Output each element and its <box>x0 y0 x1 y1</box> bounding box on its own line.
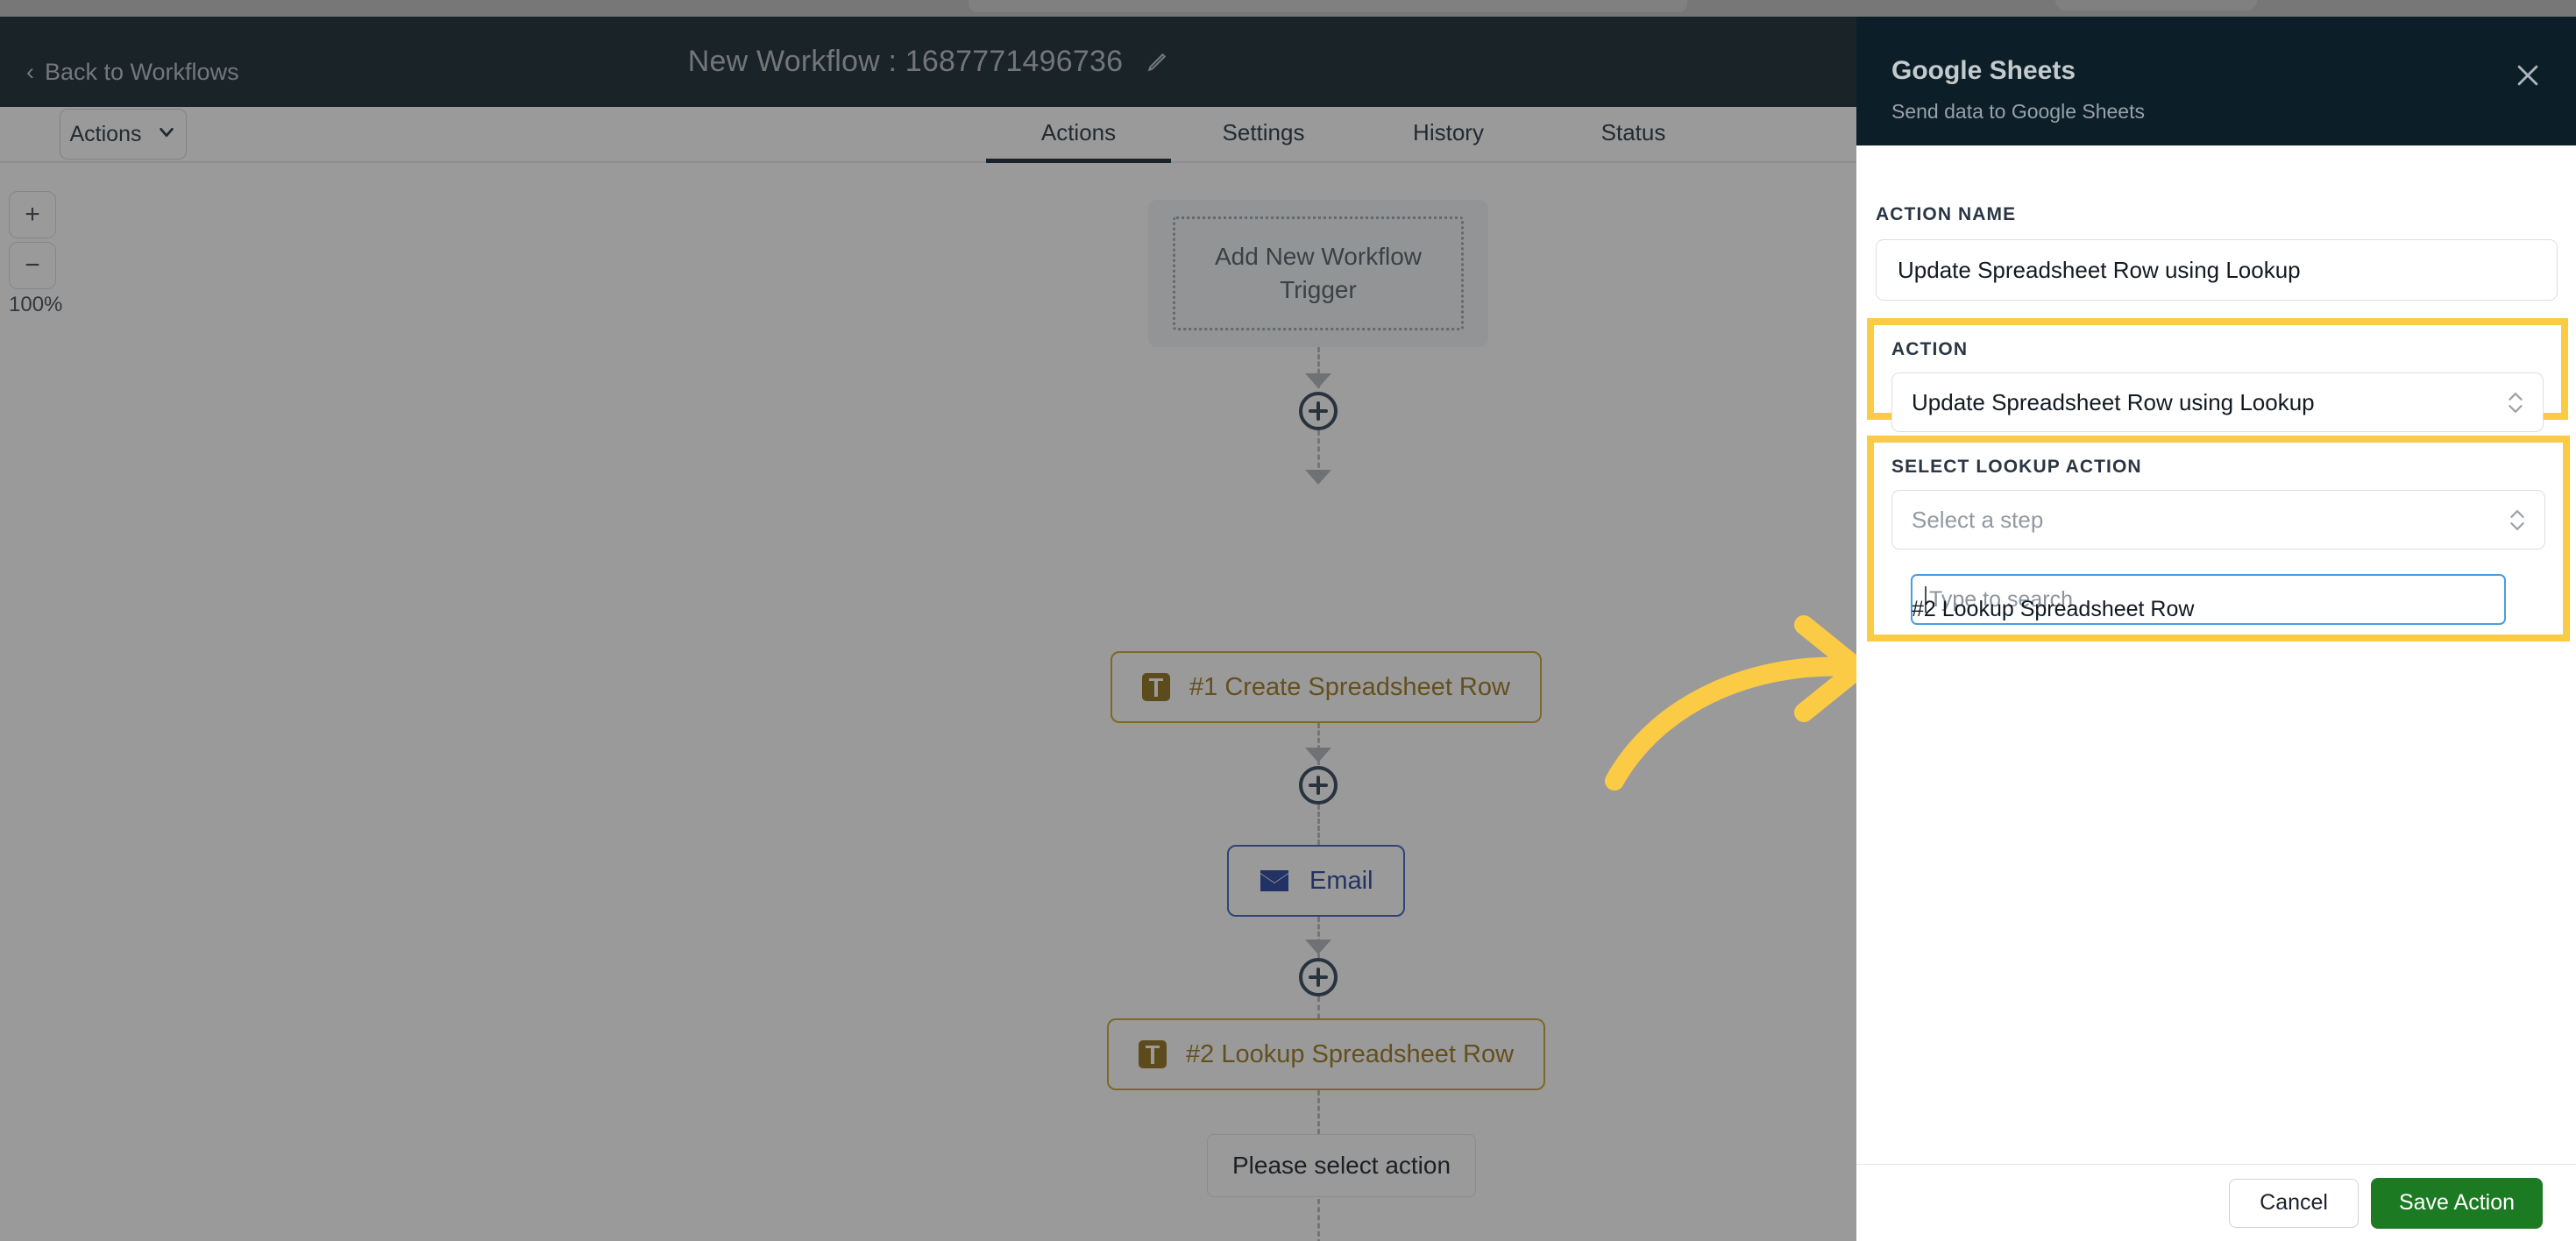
tab-list: Actions Settings History Status <box>986 107 1726 163</box>
action-select[interactable]: Update Spreadsheet Row using Lookup <box>1891 372 2544 432</box>
tab-status[interactable]: Status <box>1541 107 1726 163</box>
connector-line <box>1317 805 1320 845</box>
step-node-1-label: #1 Create Spreadsheet Row <box>1189 672 1510 701</box>
panel-subtitle: Send data to Google Sheets <box>1891 100 2145 123</box>
lookup-section-highlighted: SELECT LOOKUP ACTION Select a step Type … <box>1867 436 2570 642</box>
pending-action-label: Please select action <box>1232 1152 1451 1179</box>
close-icon[interactable] <box>2513 60 2543 90</box>
panel-footer: Cancel Save Action <box>1856 1164 2576 1241</box>
chevron-down-icon <box>157 123 176 146</box>
cancel-button[interactable]: Cancel <box>2229 1178 2359 1228</box>
panel-body: ACTION NAME Update Spreadsheet Row using… <box>1856 145 2576 1241</box>
lookup-option-0[interactable]: #2 Lookup Spreadsheet Row <box>1912 597 2194 622</box>
action-select-value: Update Spreadsheet Row using Lookup <box>1912 388 2315 415</box>
page-title: New Workflow : 1687771496736 <box>687 45 1124 78</box>
action-section-highlighted: ACTION Update Spreadsheet Row using Look… <box>1867 318 2568 432</box>
step-node-email-label: Email <box>1309 866 1373 895</box>
pending-action-node[interactable]: Please select action <box>1207 1134 1477 1197</box>
panel-title: Google Sheets <box>1891 56 2076 85</box>
panel-header: Google Sheets Send data to Google Sheets <box>1856 17 2576 145</box>
lookup-option-0-label: #2 Lookup Spreadsheet Row <box>1912 597 2195 621</box>
google-sheets-icon <box>1142 673 1170 701</box>
action-name-input[interactable]: Update Spreadsheet Row using Lookup <box>1876 239 2558 301</box>
up-down-chevron-icon <box>2508 392 2523 414</box>
connector-line <box>1317 1090 1320 1134</box>
action-config-panel: Google Sheets Send data to Google Sheets… <box>1856 17 2576 1241</box>
add-step-button-2[interactable] <box>1299 766 1338 805</box>
lookup-label: SELECT LOOKUP ACTION <box>1891 457 2142 477</box>
add-step-button-1[interactable] <box>1299 392 1338 430</box>
step-node-2-label: #2 Lookup Spreadsheet Row <box>1186 1039 1515 1068</box>
browser-tab[interactable] <box>969 0 1687 12</box>
workflow-canvas[interactable]: + − 100% Add New Workflow Trigger #1 Cre… <box>0 163 1856 1241</box>
workflow-flow: Add New Workflow Trigger #1 Create Sprea… <box>0 163 1856 1241</box>
google-sheets-icon <box>1139 1040 1167 1068</box>
add-step-button-3[interactable] <box>1299 958 1338 996</box>
tab-actions-label: Actions <box>1040 119 1117 145</box>
step-node-email[interactable]: Email <box>1227 845 1405 917</box>
lookup-select[interactable]: Select a step <box>1891 490 2545 550</box>
action-label: ACTION <box>1891 339 1969 359</box>
pencil-icon[interactable] <box>1146 51 1168 74</box>
step-node-1[interactable]: #1 Create Spreadsheet Row <box>1111 651 1542 723</box>
envelope-icon <box>1259 869 1290 893</box>
lookup-select-placeholder: Select a step <box>1912 506 2044 533</box>
tab-actions[interactable]: Actions <box>986 107 1171 163</box>
workflow-title-group: New Workflow : 1687771496736 <box>0 17 1856 107</box>
action-name-label: ACTION NAME <box>1876 204 2017 224</box>
tab-status-label: Status <box>1600 119 1666 145</box>
connector-line <box>1317 1199 1320 1241</box>
workflow-trigger-card[interactable]: Add New Workflow Trigger <box>1148 200 1488 347</box>
curved-arrow-right-icon <box>1595 574 1893 793</box>
actions-dropdown-label: Actions <box>69 121 142 146</box>
tab-settings[interactable]: Settings <box>1171 107 1356 163</box>
actions-dropdown-button[interactable]: Actions <box>60 109 187 160</box>
tab-history-label: History <box>1413 119 1484 145</box>
save-action-button-label: Save Action <box>2398 1190 2515 1215</box>
step-node-2[interactable]: #2 Lookup Spreadsheet Row <box>1107 1018 1546 1090</box>
cancel-button-label: Cancel <box>2260 1190 2328 1215</box>
browser-tab-secondary[interactable] <box>2055 0 2257 11</box>
action-name-section: ACTION NAME Update Spreadsheet Row using… <box>1876 204 2558 301</box>
action-name-value: Update Spreadsheet Row using Lookup <box>1898 256 2301 283</box>
connector-arrowhead <box>1305 470 1331 485</box>
app-root: ‹ Back to Workflows New Workflow : 16877… <box>0 0 2576 1241</box>
browser-chrome-strip <box>0 0 2576 17</box>
connector-arrowhead <box>1305 748 1331 762</box>
save-action-button[interactable]: Save Action <box>2370 1177 2543 1229</box>
tab-history[interactable]: History <box>1356 107 1541 163</box>
connector-arrowhead <box>1305 940 1331 954</box>
tab-settings-label: Settings <box>1222 119 1305 145</box>
connector-arrowhead <box>1305 373 1331 388</box>
add-trigger-label: Add New Workflow Trigger <box>1214 243 1422 303</box>
add-trigger-dropzone[interactable]: Add New Workflow Trigger <box>1173 216 1464 330</box>
up-down-chevron-icon <box>2509 509 2525 531</box>
